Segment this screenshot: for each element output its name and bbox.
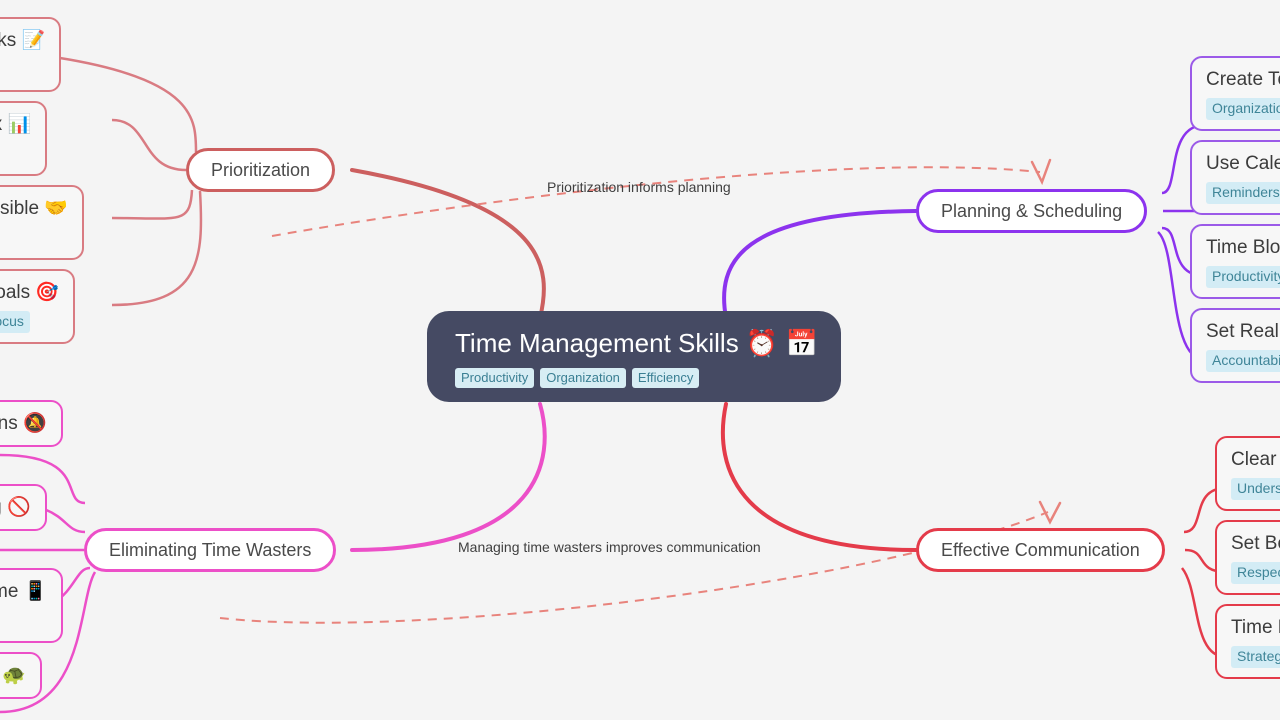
leaf-tags: Urgent vs Important — [0, 143, 31, 165]
leaf-title: Reduce Screen Time 📱 — [0, 581, 48, 602]
leaf-title: Eisenhower Matrix 📊 — [0, 114, 32, 135]
leaf-node-avoid-distractions[interactable]: Avoid Distractions 🔕 — [0, 400, 63, 447]
leaf-node-set-realistic-deadlines[interactable]: Set Realistic Deadlines ⏱️ Accountabilit… — [1190, 308, 1280, 383]
leaf-tag: Organization — [1206, 98, 1280, 120]
central-tag: Efficiency — [631, 368, 700, 388]
wire-center-communication — [720, 402, 918, 552]
leaf-node-set-clear-goals[interactable]: Set Clear Goals 🎯 Motivation Focus — [0, 269, 76, 344]
leaf-node-delegate-when-possible[interactable]: Delegate When Possible 🤝 Teamwork — [0, 185, 84, 260]
branch-label: Effective Communication — [941, 540, 1140, 560]
leaf-node-create-to-do-lists[interactable]: Create To-Do Lists 📋 Organization — [1190, 56, 1280, 131]
leaf-tag: Productivity — [1206, 266, 1280, 288]
leaf-node-identify-important-tasks[interactable]: Identify Important Tasks 📝 Critical — [0, 17, 62, 92]
branch-label: Planning & Scheduling — [941, 201, 1123, 221]
leaf-tags: Accountability — [1206, 350, 1280, 372]
leaf-title: Clear Communication 💬 — [1231, 449, 1280, 470]
wire-prioritization-child-2 — [111, 118, 187, 172]
leaf-title: Set Clear Goals 🎯 — [0, 282, 60, 303]
leaf-tags: Organization — [1206, 98, 1280, 120]
leaf-node-set-boundaries[interactable]: Set Boundaries 🛑 Respect — [1215, 520, 1280, 595]
central-tag: Organization — [540, 368, 626, 388]
wire-prioritization-child-3 — [111, 189, 194, 220]
mindmap-canvas: Time Management Skills ⏰ 📅 Productivity … — [0, 0, 1280, 720]
leaf-tag: Respect — [1231, 562, 1280, 584]
leaf-node-use-calendars[interactable]: Use Calendars 🗓️ Reminders — [1190, 140, 1280, 215]
leaf-node-time-blocking[interactable]: Time Blocking ⏳ Productivity — [1190, 224, 1280, 299]
leaf-tags: Critical — [0, 59, 45, 81]
branch-node-effective-communication[interactable]: Effective Communication — [916, 528, 1165, 572]
leaf-title: Limit Multitasking 🚫 — [0, 497, 31, 518]
leaf-title: Set Boundaries 🛑 — [1231, 533, 1280, 554]
leaf-tag: Reminders — [1206, 182, 1280, 204]
wire-prioritization-child-4 — [111, 190, 203, 307]
crosslink-arrowhead-planning — [1030, 158, 1052, 186]
branch-label: Eliminating Time Wasters — [109, 540, 312, 560]
leaf-title: Identify Important Tasks 📝 — [0, 30, 46, 51]
branch-node-eliminating-time-wasters[interactable]: Eliminating Time Wasters — [84, 528, 337, 572]
leaf-node-limit-multitasking[interactable]: Limit Multitasking 🚫 — [0, 484, 47, 531]
leaf-node-reduce-screen-time[interactable]: Reduce Screen Time 📱 Digital Detox — [0, 568, 64, 643]
central-node[interactable]: Time Management Skills ⏰ 📅 Productivity … — [427, 311, 841, 402]
leaf-tags: Digital Detox — [0, 610, 47, 632]
leaf-tags: Understanding — [1231, 478, 1280, 500]
leaf-tags: Productivity — [1206, 266, 1280, 288]
central-tag: Productivity — [455, 368, 535, 388]
leaf-tag: Understanding — [1231, 478, 1280, 500]
branch-node-prioritization[interactable]: Prioritization — [186, 148, 336, 192]
leaf-node-time-management-strategies[interactable]: Time Management Strategies 🗣️ Strategies — [1215, 604, 1280, 679]
wire-center-prioritization — [350, 168, 546, 320]
leaf-tag: Strategies — [1231, 646, 1280, 668]
leaf-tags: Strategies — [1231, 646, 1280, 668]
leaf-node-stop-procrastinating[interactable]: Stop Procrastinating 🐢 — [0, 652, 43, 699]
leaf-title: Use Calendars 🗓️ — [1206, 153, 1280, 174]
wire-center-planning — [722, 209, 918, 320]
leaf-node-eisenhower-matrix[interactable]: Eisenhower Matrix 📊 Urgent vs Important — [0, 101, 48, 176]
leaf-tag: Accountability — [1206, 350, 1280, 372]
wire-center-wasters — [350, 402, 547, 552]
crosslink-label-prioritization-informs-planning: Prioritization informs planning — [547, 179, 731, 195]
leaf-title: Avoid Distractions 🔕 — [0, 413, 47, 434]
leaf-tags: Respect — [1231, 562, 1280, 584]
branch-label: Prioritization — [211, 160, 311, 180]
leaf-tags: Reminders — [1206, 182, 1280, 204]
wire-prioritization-child-1 — [59, 56, 198, 153]
leaf-title: Stop Procrastinating 🐢 — [0, 665, 27, 686]
leaf-title: Create To-Do Lists 📋 — [1206, 69, 1280, 90]
crosslink-arrowhead-communication — [1038, 500, 1062, 525]
central-node-tags: Productivity Organization Efficiency — [455, 368, 813, 388]
leaf-title: Set Realistic Deadlines ⏱️ — [1206, 321, 1280, 342]
crosslink-label-managing-time-wasters: Managing time wasters improves communica… — [458, 539, 761, 555]
leaf-title: Delegate When Possible 🤝 — [0, 198, 68, 219]
central-node-title: Time Management Skills ⏰ 📅 — [455, 328, 818, 358]
leaf-title: Time Blocking ⏳ — [1206, 237, 1280, 258]
leaf-title: Time Management Strategies 🗣️ — [1231, 617, 1280, 638]
leaf-tag: Focus — [0, 311, 30, 333]
leaf-tags: Teamwork — [0, 227, 68, 249]
leaf-node-clear-communication[interactable]: Clear Communication 💬 Understanding — [1215, 436, 1280, 511]
branch-node-planning-scheduling[interactable]: Planning & Scheduling — [916, 189, 1148, 233]
leaf-tags: Motivation Focus — [0, 311, 59, 333]
